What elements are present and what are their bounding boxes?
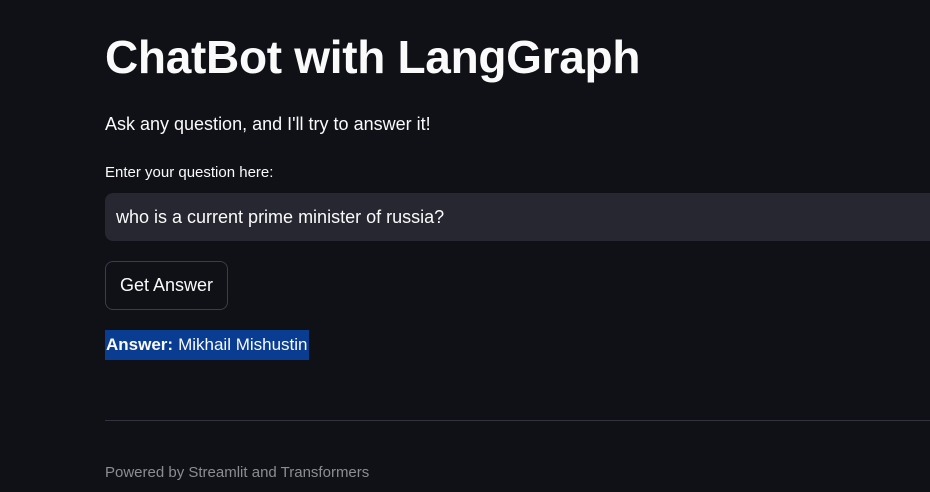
question-input-label: Enter your question here:	[105, 164, 274, 181]
answer-value: Mikhail Mishustin	[178, 335, 308, 354]
footer-divider	[105, 420, 930, 421]
answer-text: Answer: Mikhail Mishustin	[105, 330, 309, 360]
answer-prefix: Answer:	[106, 335, 174, 354]
page-subtitle: Ask any question, and I'll try to answer…	[105, 114, 431, 134]
question-input[interactable]	[116, 206, 919, 228]
page-title: ChatBot with LangGraph	[105, 31, 641, 83]
get-answer-button[interactable]: Get Answer	[105, 261, 228, 310]
question-input-container[interactable]	[105, 193, 930, 241]
footer-text: Powered by Streamlit and Transformers	[105, 464, 370, 481]
main-content: ChatBot with LangGraph Ask any question,…	[105, 0, 930, 492]
